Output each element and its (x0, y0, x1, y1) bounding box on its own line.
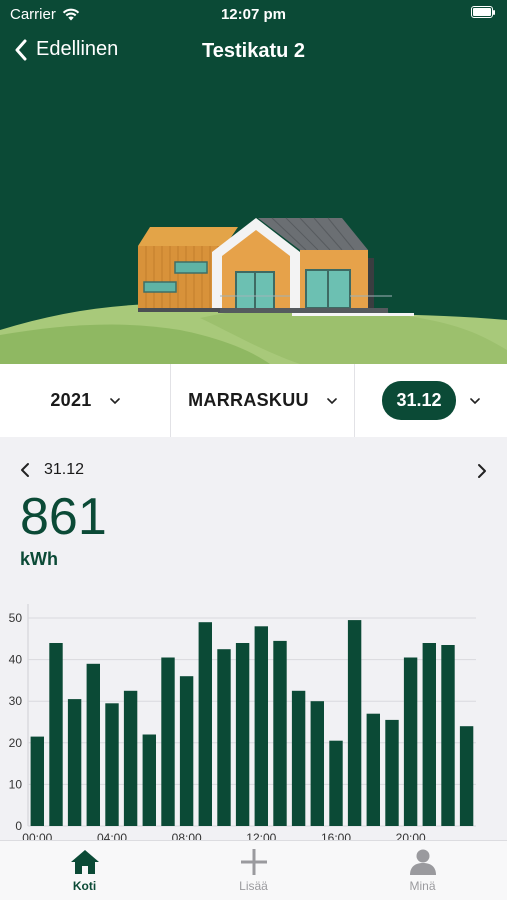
hero-header: Carrier 12:07 pm Edellinen Testikatu 2 (0, 0, 507, 364)
year-selector[interactable]: 2021 (0, 364, 170, 437)
bar-11:00[interactable] (235, 643, 250, 826)
battery-icon (471, 6, 495, 18)
tab-me-label: Minä (409, 879, 436, 893)
bar-12:00[interactable] (254, 626, 268, 826)
y-tick-label: 30 (9, 694, 23, 708)
bar-09:00[interactable] (198, 622, 212, 826)
year-value: 2021 (50, 390, 92, 410)
month-selector[interactable]: MARRASKUU (170, 364, 354, 437)
bar-19:00[interactable] (385, 719, 399, 826)
day-selector[interactable]: 31.12 (354, 364, 507, 437)
status-time: 12:07 pm (220, 6, 287, 23)
bar-08:00[interactable] (179, 676, 194, 826)
tab-bar: Koti Lisää Minä (0, 840, 507, 900)
bar-14:00[interactable] (291, 690, 306, 826)
tab-me[interactable]: Minä (338, 841, 507, 900)
bar-22:00[interactable] (441, 645, 455, 826)
bar-16:00[interactable] (329, 740, 343, 826)
home-icon (70, 850, 99, 874)
y-tick-label: 50 (9, 611, 23, 625)
date-navigator: 31.12 (20, 461, 84, 479)
consumption-total: 861 (20, 488, 107, 546)
bar-13:00[interactable] (273, 640, 287, 826)
bar-02:00[interactable] (67, 699, 82, 826)
tab-home-label: Koti (72, 879, 97, 893)
plus-icon (240, 849, 267, 875)
bar-18:00[interactable] (366, 713, 380, 826)
bar-17:00[interactable] (347, 620, 362, 826)
tab-home[interactable]: Koti (0, 841, 169, 900)
y-tick-label: 20 (9, 736, 23, 750)
tab-add[interactable]: Lisää (169, 841, 338, 900)
day-value: 31.12 (382, 381, 456, 420)
bar-01:00[interactable] (49, 643, 63, 826)
bar-06:00[interactable] (142, 734, 156, 827)
chevron-down-icon (109, 397, 120, 404)
bar-10:00[interactable] (217, 649, 231, 826)
current-date: 31.12 (44, 461, 85, 478)
hourly-consumption-chart: 0102030405000:00 04:00 08:00 12:00 16:00 20:0… (9, 604, 476, 842)
chevron-down-icon (327, 397, 337, 404)
bar-20:00[interactable] (403, 657, 418, 827)
bar-21:00[interactable] (422, 643, 436, 826)
bar-05:00[interactable] (123, 690, 138, 826)
bar-03:00[interactable] (86, 663, 100, 826)
person-icon (409, 849, 436, 875)
chevron-right-icon[interactable] (477, 463, 487, 479)
page-title: Testikatu 2 (202, 40, 305, 62)
house-illustration (0, 217, 507, 364)
bar-07:00[interactable] (161, 657, 175, 827)
consumption-panel: 31.12 861 kWh 0 10 20 30 40 50 00:00 04:00 08:00… (0, 437, 507, 842)
bar-15:00[interactable] (310, 701, 324, 826)
status-bar: Carrier 12:07 pm (0, 0, 507, 30)
y-tick-label: 0 (15, 819, 22, 833)
y-tick-label: 10 (9, 777, 23, 791)
bar-04:00[interactable] (105, 703, 119, 826)
period-selector-row: 2021 MARRASKUU 31.12 (0, 364, 507, 437)
y-tick-label: 40 (9, 653, 23, 667)
tab-add-label: Lisää (239, 879, 268, 893)
bar-23:00[interactable] (459, 726, 474, 826)
month-value: MARRASKUU (188, 390, 309, 410)
bar-00:00[interactable] (30, 736, 44, 826)
consumption-unit: kWh (20, 549, 58, 569)
chevron-left-icon[interactable] (20, 462, 30, 478)
chevron-down-icon (469, 397, 480, 404)
